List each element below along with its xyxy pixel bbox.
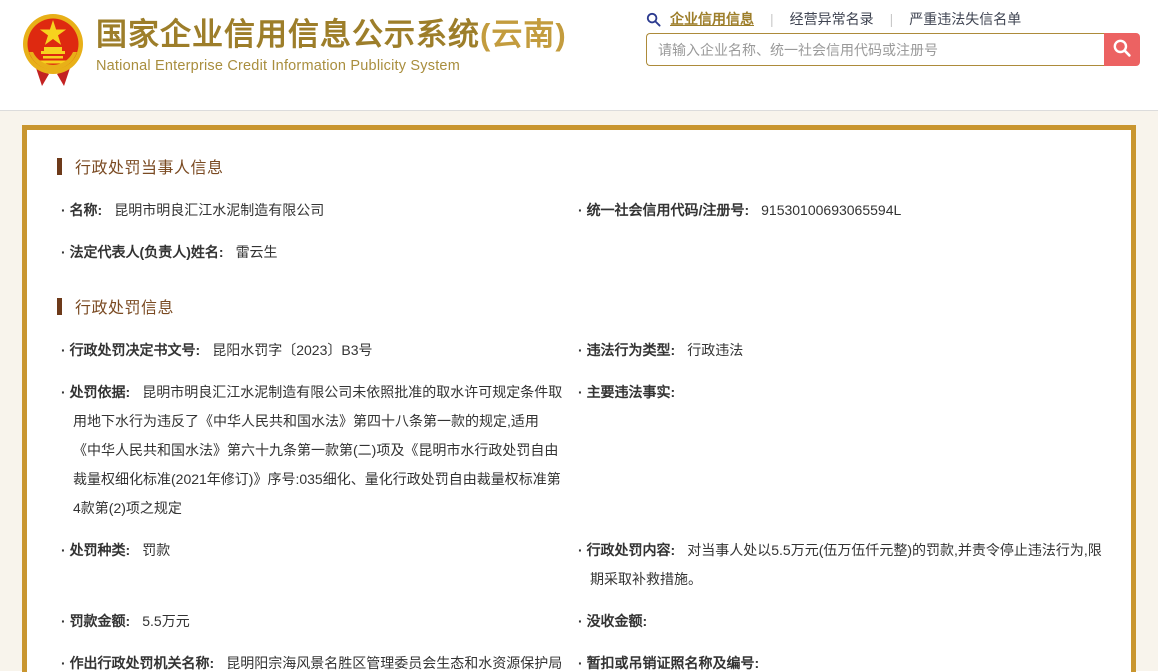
field-value: 5.5万元 — [142, 613, 189, 629]
site-header: 国家企业信用信息公示系统(云南) National Enterprise Cre… — [0, 0, 1158, 111]
field-value: 雷云生 — [236, 244, 278, 260]
field-fine-amount: 罚款金额:5.5万元 — [61, 607, 564, 636]
field-label: 处罚依据: — [70, 384, 143, 400]
field-confiscation-amount: 没收金额: — [578, 607, 1103, 636]
field-value: 罚款 — [142, 542, 170, 558]
field-label: 主要违法事实: — [587, 384, 688, 400]
field-value: 91530100693065594L — [761, 202, 901, 218]
tab-separator: | — [890, 11, 894, 27]
field-penalty-content: 行政处罚内容:对当事人处以5.5万元(伍万伍仟元整)的罚款,并责令停止违法行为,… — [578, 536, 1103, 594]
field-label: 罚款金额: — [70, 613, 143, 629]
field-value: 昆明阳宗海风景名胜区管理委员会生态和水资源保护局 — [226, 655, 562, 671]
field-label: 处罚种类: — [70, 542, 143, 558]
field-label: 名称: — [70, 202, 115, 218]
field-value: 行政违法 — [687, 342, 743, 358]
tab-abnormal-operations-list[interactable]: 经营异常名录 — [790, 9, 874, 29]
field-label: 法定代表人(负责人)姓名: — [70, 244, 236, 260]
field-label: 统一社会信用代码/注册号: — [587, 202, 762, 218]
header-nav: 企业信用信息 | 经营异常名录 | 严重违法失信名单 — [646, 9, 1021, 29]
field-label: 暂扣或吊销证照名称及编号: — [587, 655, 772, 671]
search-icon — [1112, 38, 1132, 61]
field-decision-doc-no: 行政处罚决定书文号:昆阳水罚字〔2023〕B3号 — [61, 336, 564, 365]
site-subtitle: National Enterprise Credit Information P… — [96, 58, 567, 74]
nav-search-icon — [646, 12, 661, 27]
empty-cell — [578, 238, 1103, 239]
field-license-suspension: 暂扣或吊销证照名称及编号: — [578, 649, 1103, 672]
field-value: 昆明市明良汇江水泥制造有限公司 — [114, 202, 324, 218]
tab-serious-violation-list[interactable]: 严重违法失信名单 — [909, 9, 1021, 29]
site-title-block: 国家企业信用信息公示系统(云南) National Enterprise Cre… — [96, 8, 567, 74]
site-title-region: (云南) — [480, 17, 567, 52]
field-penalty-type: 处罚种类:罚款 — [61, 536, 564, 565]
site-brand: 国家企业信用信息公示系统(云南) National Enterprise Cre… — [22, 8, 567, 88]
field-penalty-basis: 处罚依据:昆明市明良汇江水泥制造有限公司未依照批准的取水许可规定条件取用地下水行… — [61, 378, 564, 523]
field-violation-type: 违法行为类型:行政违法 — [578, 336, 1103, 365]
penalty-detail-panel: 行政处罚当事人信息 名称:昆明市明良汇江水泥制造有限公司 统一社会信用代码/注册… — [22, 125, 1136, 672]
field-party-name: 名称:昆明市明良汇江水泥制造有限公司 — [61, 196, 564, 225]
national-emblem-icon — [22, 8, 84, 88]
field-main-illegal-facts: 主要违法事实: — [578, 378, 1103, 407]
field-value: 昆阳水罚字〔2023〕B3号 — [212, 342, 372, 358]
search-button[interactable] — [1104, 33, 1140, 66]
field-penalty-authority: 作出行政处罚机关名称:昆明阳宗海风景名胜区管理委员会生态和水资源保护局 — [61, 649, 564, 672]
search-bar — [646, 33, 1140, 66]
field-label: 没收金额: — [587, 613, 660, 629]
party-info-grid: 名称:昆明市明良汇江水泥制造有限公司 统一社会信用代码/注册号:91530100… — [57, 196, 1103, 280]
field-label: 作出行政处罚机关名称: — [70, 655, 227, 671]
section-marker-bar — [57, 158, 62, 175]
field-label: 行政处罚内容: — [587, 542, 688, 558]
field-value: 昆明市明良汇江水泥制造有限公司未依照批准的取水许可规定条件取用地下水行为违反了《… — [73, 384, 562, 516]
field-label: 行政处罚决定书文号: — [70, 342, 213, 358]
section-marker-bar — [57, 298, 62, 315]
field-uscc: 统一社会信用代码/注册号:91530100693065594L — [578, 196, 1103, 225]
section-penalty-info: 行政处罚信息 — [57, 294, 1103, 318]
tab-enterprise-credit-info[interactable]: 企业信用信息 — [670, 9, 754, 29]
page-background: 行政处罚当事人信息 名称:昆明市明良汇江水泥制造有限公司 统一社会信用代码/注册… — [0, 111, 1158, 671]
penalty-info-grid: 行政处罚决定书文号:昆阳水罚字〔2023〕B3号 违法行为类型:行政违法 处罚依… — [57, 336, 1103, 672]
field-label: 违法行为类型: — [587, 342, 688, 358]
site-title-main: 国家企业信用信息公示系统 — [96, 17, 480, 52]
field-legal-representative: 法定代表人(负责人)姓名:雷云生 — [61, 238, 564, 267]
tab-separator: | — [770, 11, 774, 27]
section-title-text: 行政处罚当事人信息 — [75, 154, 224, 178]
section-party-info: 行政处罚当事人信息 — [57, 154, 1103, 178]
search-input[interactable] — [646, 33, 1104, 66]
section-title-text: 行政处罚信息 — [75, 294, 174, 318]
site-title: 国家企业信用信息公示系统(云南) — [96, 16, 567, 53]
